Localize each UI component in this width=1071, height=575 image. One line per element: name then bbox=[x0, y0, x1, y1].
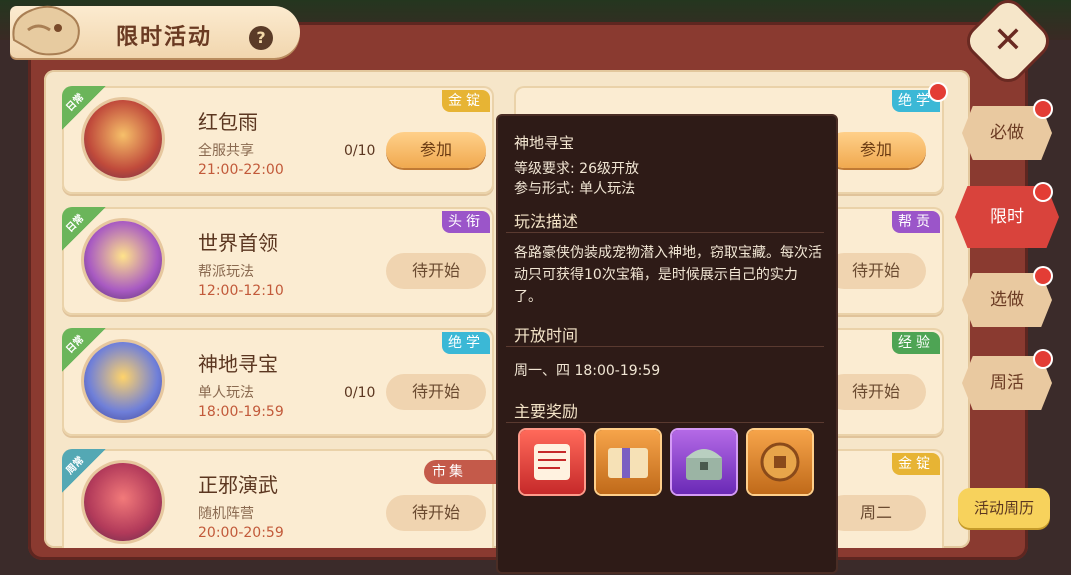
join-button[interactable]: 参加 bbox=[826, 132, 926, 168]
day-button[interactable]: 周二 bbox=[826, 495, 926, 531]
reward-section-title: 主要奖励 bbox=[514, 402, 579, 421]
reward-tag: 经验 bbox=[892, 332, 940, 354]
activity-time: 18:00-19:59 bbox=[198, 404, 284, 420]
notification-dot bbox=[930, 84, 946, 100]
divider bbox=[506, 422, 824, 423]
reward-scroll-red-icon[interactable] bbox=[520, 430, 584, 494]
notification-dot bbox=[1035, 184, 1051, 200]
wait-button[interactable]: 待开始 bbox=[386, 495, 486, 531]
open-time: 周一、四 18:00-19:59 bbox=[514, 363, 661, 379]
wait-button[interactable]: 待开始 bbox=[386, 374, 486, 410]
reward-tag: 金锭 bbox=[442, 90, 490, 112]
wait-button[interactable]: 待开始 bbox=[826, 374, 926, 410]
activity-time: 12:00-12:10 bbox=[198, 283, 284, 299]
activity-card-treasure-hunt[interactable]: 日常 绝学 神地寻宝 单人玩法 18:00-19:59 0/10 待开始 bbox=[62, 328, 494, 436]
divider bbox=[506, 232, 824, 233]
desc-section-title: 玩法描述 bbox=[514, 212, 579, 231]
dragon-emblem-icon bbox=[12, 5, 80, 56]
activity-name: 世界首领 bbox=[198, 231, 278, 255]
activity-name: 神地寻宝 bbox=[198, 352, 278, 376]
crossed-flags-icon bbox=[84, 463, 162, 541]
reward-coin-icon[interactable] bbox=[748, 430, 812, 494]
activity-type: 全服共享 bbox=[198, 143, 254, 159]
activity-card-world-boss[interactable]: 日常 头衔 世界首领 帮派玩法 12:00-12:10 待开始 bbox=[62, 207, 494, 315]
time-section-title: 开放时间 bbox=[514, 326, 579, 345]
activity-calendar-button[interactable]: 活动周历 bbox=[958, 488, 1050, 528]
wait-button[interactable]: 待开始 bbox=[826, 253, 926, 289]
treasure-chest-icon bbox=[84, 342, 162, 420]
desc-text: 各路豪侠伪装成宠物潜入神地，窃取宝藏。每次活动只可获得10次宝箱，是时候展示自己… bbox=[514, 245, 822, 305]
notification-dot bbox=[1035, 101, 1051, 117]
reward-chest-icon[interactable] bbox=[672, 430, 736, 494]
help-icon[interactable]: ? bbox=[249, 26, 273, 50]
reward-tag: 绝学 bbox=[442, 332, 490, 354]
divider bbox=[506, 346, 824, 347]
activity-detail-tooltip: 神地寻宝 等级要求: 26级开放 参与形式: 单人玩法 玩法描述 各路豪侠伪装成… bbox=[496, 114, 838, 574]
level-requirement: 等级要求: 26级开放 bbox=[514, 161, 639, 177]
activity-time: 20:00-20:59 bbox=[198, 525, 284, 541]
wait-button[interactable]: 待开始 bbox=[386, 253, 486, 289]
market-tag: 市集 bbox=[424, 460, 504, 484]
boss-sword-icon bbox=[84, 221, 162, 299]
reward-book-icon[interactable] bbox=[596, 430, 660, 494]
participation-mode: 参与形式: 单人玩法 bbox=[514, 181, 636, 197]
activity-name: 红包雨 bbox=[198, 110, 258, 134]
join-button[interactable]: 参加 bbox=[386, 132, 486, 168]
close-icon[interactable]: ✕ bbox=[992, 22, 1024, 60]
activity-time: 21:00-22:00 bbox=[198, 162, 284, 178]
red-envelope-icon bbox=[84, 100, 162, 178]
reward-tag: 帮贡 bbox=[892, 211, 940, 233]
activity-type: 随机阵营 bbox=[198, 506, 254, 522]
activity-count: 0/10 bbox=[344, 143, 376, 159]
tooltip-title: 神地寻宝 bbox=[514, 134, 575, 152]
reward-tag: 金锭 bbox=[892, 453, 940, 475]
page-title: 限时活动 bbox=[116, 25, 213, 50]
reward-tag: 头衔 bbox=[442, 211, 490, 233]
activity-type: 帮派玩法 bbox=[198, 264, 254, 280]
activity-card-red-envelope[interactable]: 日常 金锭 红包雨 全服共享 21:00-22:00 0/10 参加 bbox=[62, 86, 494, 194]
activity-type: 单人玩法 bbox=[198, 385, 254, 401]
notification-dot bbox=[1035, 351, 1051, 367]
activity-name: 正邪演武 bbox=[198, 473, 278, 497]
notification-dot bbox=[1035, 268, 1051, 284]
activity-count: 0/10 bbox=[344, 385, 376, 401]
